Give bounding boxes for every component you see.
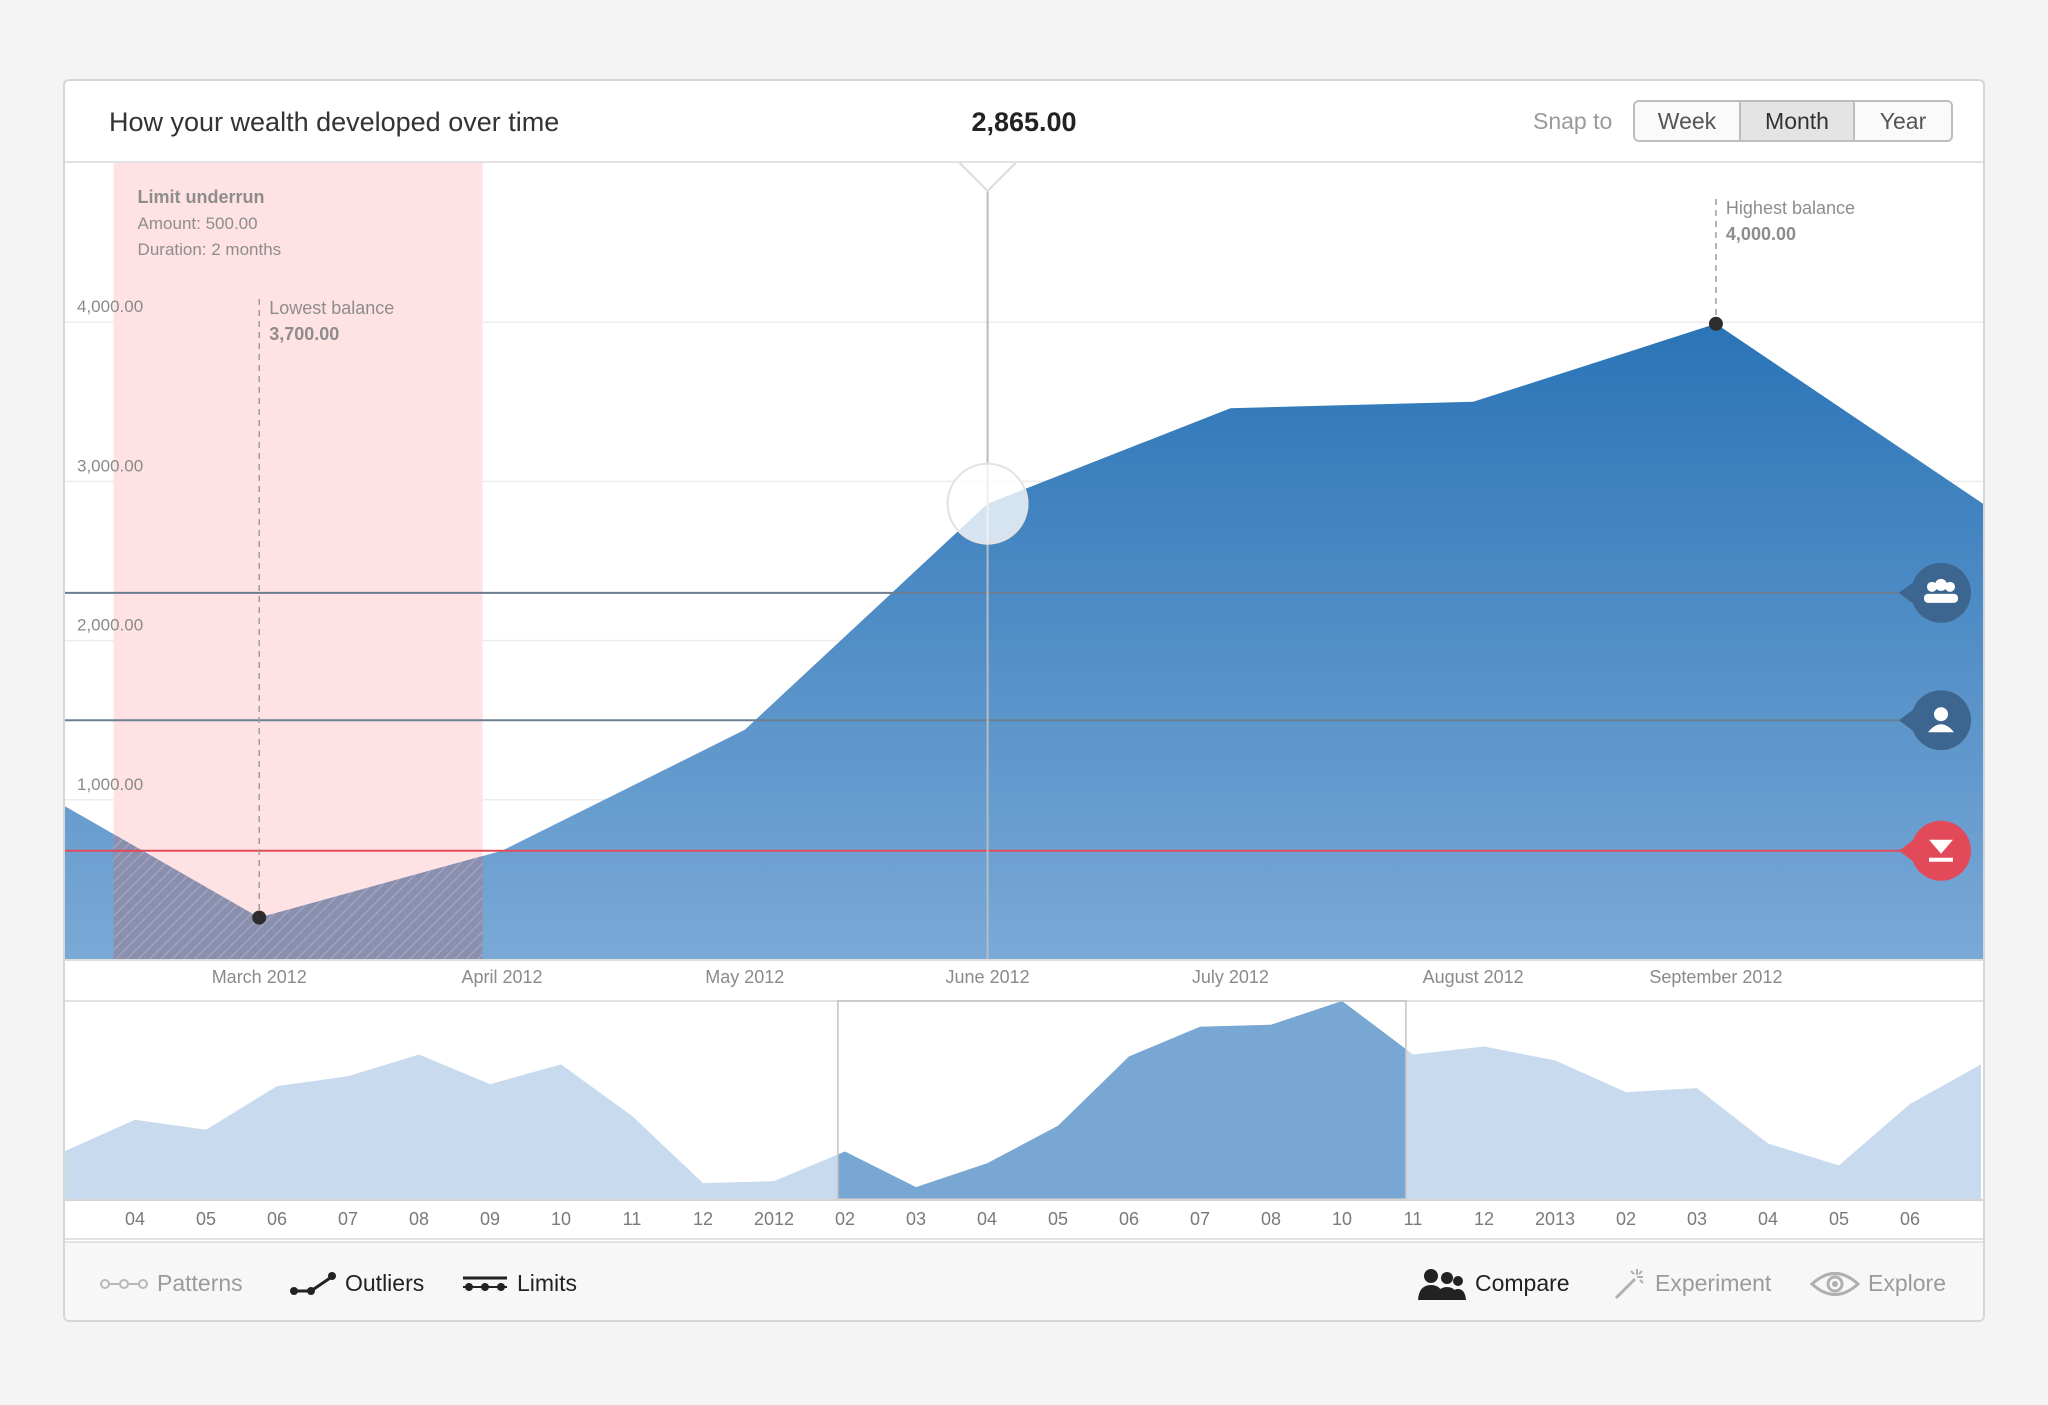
experiment-icon (1614, 1268, 1644, 1299)
overview-tick-20: 2013 (1535, 1209, 1575, 1229)
overview-tick-17: 10 (1332, 1209, 1352, 1229)
lowest-label: Lowest balance (269, 298, 394, 318)
limit-underrun-band (113, 163, 483, 959)
group-icon-head-center (1935, 578, 1947, 591)
cursor-pointer (958, 162, 1017, 193)
experiment-label: Experiment (1655, 1270, 1772, 1296)
explore-label: Explore (1868, 1270, 1946, 1296)
overview-tick-18: 11 (1404, 1209, 1423, 1229)
person-icon-head (1934, 707, 1948, 722)
y-tick-label-1: 2,000.00 (77, 616, 143, 635)
outliers-icon (290, 1271, 336, 1295)
patterns-tool[interactable]: Patterns (99, 1243, 243, 1320)
highest-label: Highest balance (1726, 198, 1855, 218)
x-tick-label-0: March 2012 (212, 967, 307, 987)
highest-point[interactable] (1708, 316, 1723, 331)
overview-tick-25: 06 (1900, 1209, 1920, 1229)
compare-label: Compare (1475, 1270, 1570, 1296)
overview-tick-8: 12 (693, 1209, 713, 1229)
explore-tool[interactable]: Explore (1810, 1243, 1946, 1320)
x-tick-label-6: September 2012 (1649, 967, 1782, 987)
overview-tick-16: 08 (1261, 1209, 1281, 1229)
overview-tick-4: 08 (409, 1209, 429, 1229)
x-tick-label-3: June 2012 (946, 967, 1030, 987)
overview-tick-10: 02 (835, 1209, 855, 1229)
compare-icon (1418, 1268, 1466, 1300)
toolbar-footer: Patterns Outliers Limits Compare Experim… (65, 1241, 1983, 1320)
limits-label: Limits (517, 1270, 578, 1296)
overview-tick-12: 04 (977, 1209, 997, 1229)
explore-icon (1810, 1271, 1860, 1296)
overview-tick-7: 11 (623, 1209, 642, 1229)
overview-tick-1: 05 (196, 1209, 216, 1229)
experiment-tool[interactable]: Experiment (1613, 1243, 1772, 1320)
limit-icon-bar (1929, 857, 1953, 862)
overview-tick-3: 07 (338, 1209, 358, 1229)
overview-tick-23: 04 (1758, 1209, 1778, 1229)
patterns-label: Patterns (157, 1270, 243, 1296)
overview-tick-24: 05 (1829, 1209, 1849, 1229)
chart-svg: 1,000.00 2,000.00 3,000.00 4,000.00 Lowest b… (65, 162, 1983, 1240)
lowest-point[interactable] (252, 910, 267, 925)
group-icon-marker[interactable] (1911, 562, 1971, 623)
limit-underrun-title: Limit underrun (138, 187, 265, 207)
overview-tick-11: 03 (906, 1209, 926, 1229)
x-tick-label-4: July 2012 (1192, 967, 1269, 987)
lowest-value: 3,700.00 (269, 324, 339, 344)
overview-tick-9: 2012 (754, 1209, 794, 1229)
overview-tick-22: 03 (1687, 1209, 1707, 1229)
x-tick-label-2: May 2012 (705, 967, 784, 987)
overview-tick-19: 12 (1474, 1209, 1494, 1229)
overview-tick-15: 07 (1190, 1209, 1210, 1229)
group-icon-body (1924, 593, 1958, 603)
y-tick-label-2: 3,000.00 (77, 456, 143, 475)
x-tick-label-5: August 2012 (1423, 967, 1524, 987)
y-tick-label-0: 1,000.00 (77, 775, 143, 794)
overview-tick-0: 04 (125, 1209, 145, 1229)
limits-icon (463, 1276, 507, 1291)
overview-tick-13: 05 (1048, 1209, 1068, 1229)
cursor-handle[interactable] (946, 462, 1029, 545)
y-tick-label-3: 4,000.00 (77, 297, 143, 316)
overview-tick-2: 06 (267, 1209, 287, 1229)
patterns-icon (100, 1278, 148, 1289)
x-tick-label-1: April 2012 (461, 967, 542, 987)
overview-tick-14: 06 (1119, 1209, 1139, 1229)
overview-tick-5: 09 (480, 1209, 500, 1229)
outliers-label: Outliers (345, 1270, 425, 1296)
limits-tool[interactable]: Limits (461, 1243, 578, 1320)
highest-value: 4,000.00 (1726, 224, 1796, 244)
overview-tick-6: 10 (551, 1209, 571, 1229)
limit-underrun-duration: Duration: 2 months (138, 240, 282, 259)
overview-tick-21: 02 (1616, 1209, 1636, 1229)
compare-tool[interactable]: Compare (1417, 1243, 1570, 1320)
wealth-chart-card: How your wealth developed over time 2,86… (63, 79, 1985, 1322)
outliers-tool[interactable]: Outliers (289, 1243, 425, 1320)
limit-underrun-amount: Amount: 500.00 (138, 214, 258, 233)
